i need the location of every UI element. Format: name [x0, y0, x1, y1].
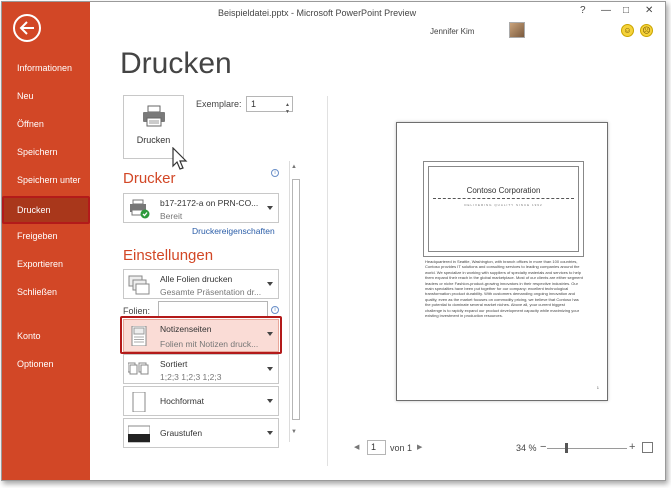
- printer-icon: [143, 105, 165, 127]
- zoom-slider[interactable]: [547, 448, 627, 449]
- slides-label: Folien:: [123, 306, 151, 316]
- chevron-down-icon: [267, 399, 273, 403]
- nav-item-informationen[interactable]: Informationen: [2, 56, 90, 80]
- printer-properties-link[interactable]: Druckereigenschaften: [192, 226, 275, 236]
- scroll-up-icon[interactable]: ▲: [291, 164, 297, 170]
- info-icon[interactable]: i: [271, 306, 279, 314]
- zoom-out-button[interactable]: −: [540, 441, 546, 453]
- orientation-dropdown[interactable]: Hochformat: [123, 386, 279, 416]
- scroll-down-icon[interactable]: ▼: [291, 429, 297, 435]
- info-icon[interactable]: i: [271, 169, 279, 177]
- grayscale-icon: [128, 425, 150, 443]
- frown-feedback-icon[interactable]: ☹: [640, 24, 653, 37]
- all-slides-icon: [128, 275, 150, 295]
- user-name[interactable]: Jennifer Kim: [430, 27, 474, 36]
- callout-highlight-drucken: [2, 196, 90, 224]
- title-bar: Beispieldatei.pptx - Microsoft PowerPoin…: [90, 2, 665, 24]
- chevron-down-icon: [267, 431, 273, 435]
- collated-icon: [128, 362, 149, 375]
- printer-dropdown[interactable]: b17-2172-a on PRN-CO... Bereit: [123, 193, 279, 223]
- scrollbar-thumb[interactable]: [292, 179, 300, 420]
- chevron-down-icon: [267, 206, 273, 210]
- print-preview-page: Contoso Corporation DELIVERING QUALITY S…: [396, 122, 608, 401]
- window-title: Beispieldatei.pptx - Microsoft PowerPoin…: [218, 8, 417, 18]
- mouse-cursor-icon: [172, 147, 188, 170]
- slide-divider: [433, 198, 574, 199]
- slide-title: Contoso Corporation: [466, 186, 541, 195]
- callout-highlight-notes-pages: [120, 316, 282, 354]
- close-button[interactable]: ✕: [645, 5, 653, 16]
- settings-scrollbar[interactable]: ▲ ▼: [289, 161, 300, 442]
- smile-feedback-icon[interactable]: ☺: [621, 24, 634, 37]
- nav-item-konto[interactable]: Konto: [2, 324, 90, 348]
- minimize-button[interactable]: —: [601, 5, 611, 16]
- nav-item-freigeben[interactable]: Freigeben: [2, 224, 90, 248]
- collation-subtitle: 1;2;3 1;2;3 1;2;3: [160, 372, 222, 382]
- slide-range-dropdown[interactable]: Alle Folien drucken Gesamte Präsentation…: [123, 269, 279, 299]
- arrow-left-icon: [19, 21, 34, 35]
- page-number: 1: [596, 385, 599, 390]
- copies-label: Exemplare:: [196, 99, 242, 109]
- color-title: Graustufen: [160, 428, 203, 438]
- page-count-label: von 1: [390, 443, 413, 453]
- printer-ready-icon: [130, 199, 150, 219]
- zoom-in-button[interactable]: +: [629, 441, 635, 453]
- zoom-level[interactable]: 34 %: [516, 443, 537, 453]
- page-title: Drucken: [120, 47, 232, 80]
- slide-thumbnail: Contoso Corporation DELIVERING QUALITY S…: [423, 161, 584, 257]
- printer-section-heading: Drucker: [123, 170, 176, 187]
- copies-value: 1: [251, 99, 257, 109]
- app-window: Informationen Neu Öffnen Speichern Speic…: [1, 1, 666, 481]
- settings-section-heading: Einstellungen: [123, 247, 214, 264]
- zoom-slider-thumb[interactable]: [565, 443, 568, 453]
- collation-dropdown[interactable]: Sortiert 1;2;3 1;2;3 1;2;3: [123, 354, 279, 384]
- slide-subtitle: DELIVERING QUALITY SINCE 1992: [464, 203, 543, 207]
- portrait-icon: [132, 392, 146, 412]
- print-button-label: Drucken: [136, 135, 171, 145]
- fit-to-window-icon[interactable]: [642, 442, 653, 453]
- prev-page-icon[interactable]: ◀: [354, 443, 359, 451]
- speaker-notes: Headquartered in Seattle, Washington, wi…: [425, 259, 583, 319]
- next-page-icon[interactable]: ▶: [417, 443, 422, 451]
- divider: [327, 96, 328, 466]
- restore-button[interactable]: □: [623, 5, 629, 16]
- chevron-down-icon: [267, 282, 273, 286]
- collation-title: Sortiert: [160, 359, 188, 369]
- nav-item-speichern-unter[interactable]: Speichern unter: [2, 168, 90, 192]
- nav-item-neu[interactable]: Neu: [2, 84, 90, 108]
- nav-item-optionen[interactable]: Optionen: [2, 352, 90, 376]
- slides-input[interactable]: [158, 301, 268, 317]
- help-button[interactable]: ?: [580, 5, 586, 16]
- backstage-nav: Informationen Neu Öffnen Speichern Speic…: [2, 2, 90, 480]
- color-dropdown[interactable]: Graustufen: [123, 418, 279, 448]
- copies-input[interactable]: 1 ▲ ▼: [246, 96, 293, 115]
- nav-item-schliessen[interactable]: Schließen: [2, 280, 90, 304]
- back-button[interactable]: [13, 14, 41, 42]
- spin-down-icon[interactable]: ▼: [285, 105, 290, 119]
- slide-range-title: Alle Folien drucken: [160, 274, 233, 284]
- nav-item-oeffnen[interactable]: Öffnen: [2, 112, 90, 136]
- printer-name: b17-2172-a on PRN-CO...: [160, 198, 259, 208]
- page-number-input[interactable]: 1: [367, 440, 386, 455]
- slide-frame: Contoso Corporation DELIVERING QUALITY S…: [428, 166, 579, 252]
- slide-range-subtitle: Gesamte Präsentation dr...: [160, 287, 262, 297]
- orientation-title: Hochformat: [160, 396, 204, 406]
- printer-status: Bereit: [160, 211, 183, 221]
- nav-item-exportieren[interactable]: Exportieren: [2, 252, 90, 276]
- chevron-down-icon: [267, 367, 273, 371]
- nav-item-speichern[interactable]: Speichern: [2, 140, 90, 164]
- avatar[interactable]: [509, 22, 525, 38]
